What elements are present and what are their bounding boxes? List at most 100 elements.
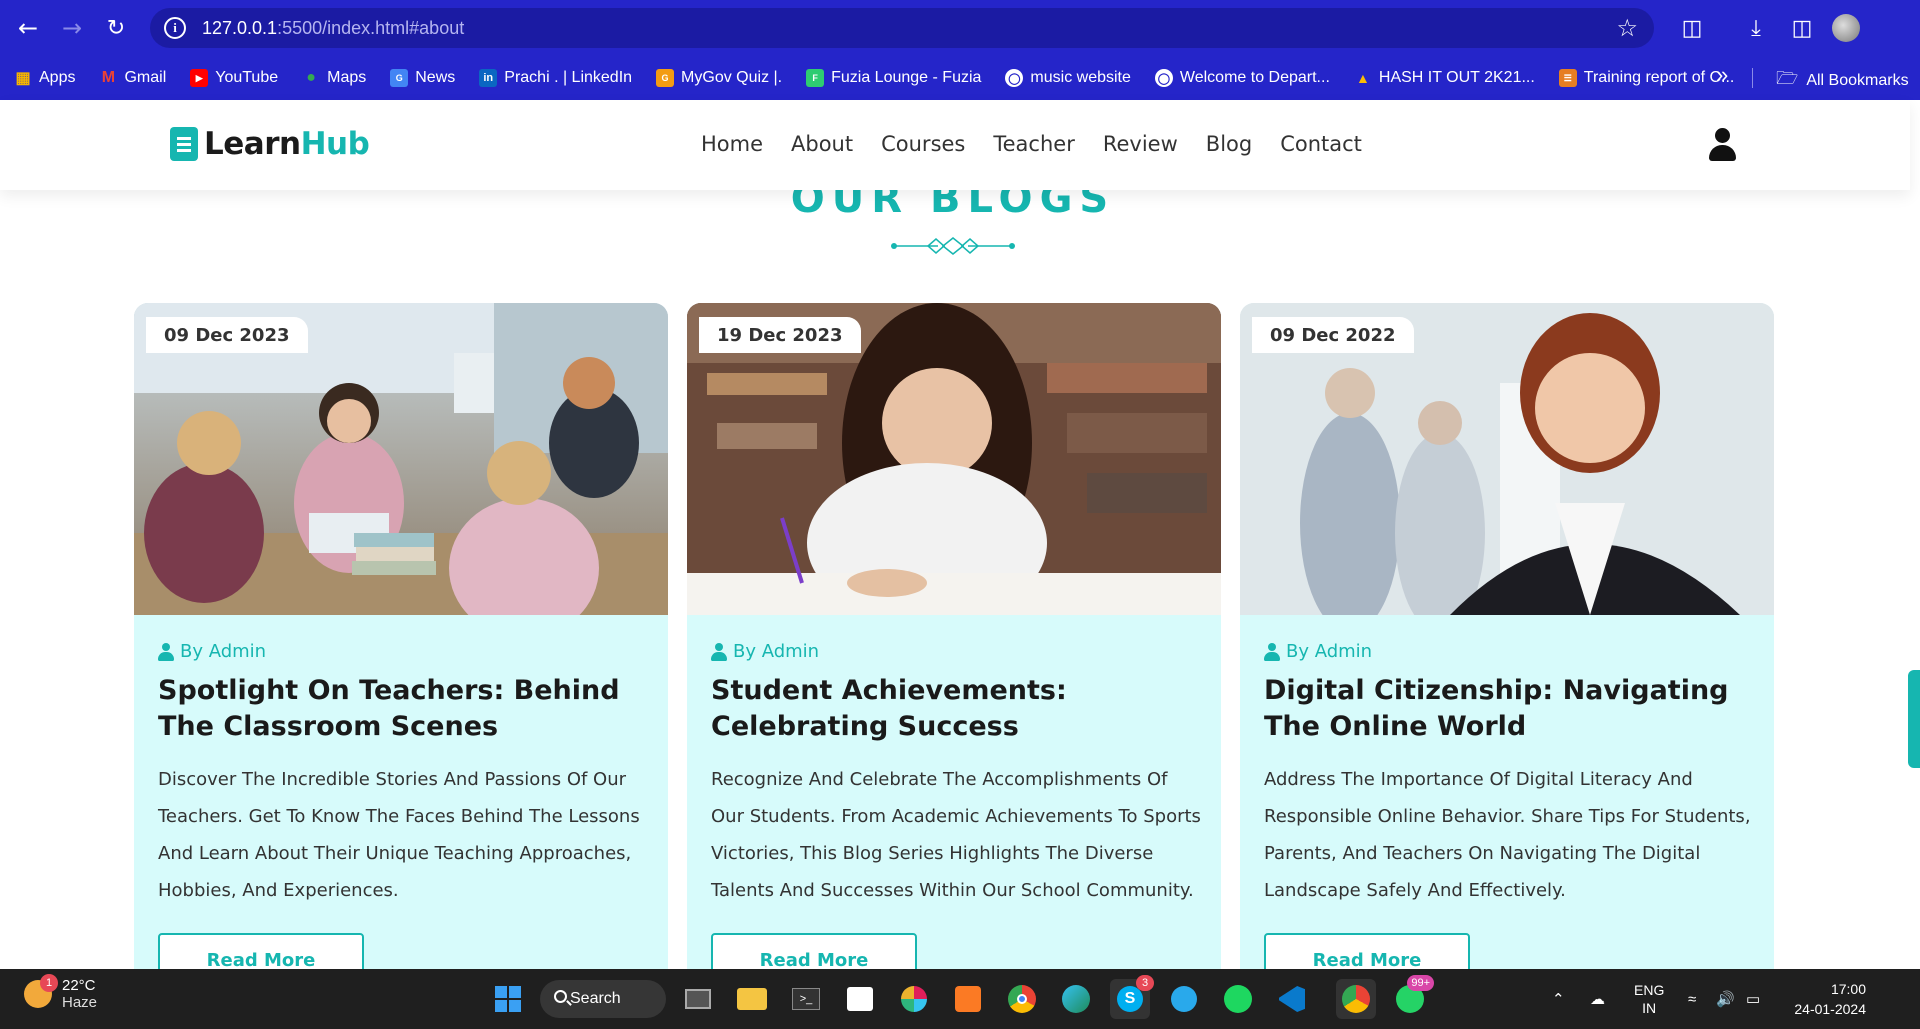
bookmark-music[interactable]: ◯ music website: [1005, 69, 1131, 87]
edge-icon[interactable]: [1056, 979, 1096, 1019]
nav-review[interactable]: Review: [1103, 132, 1178, 156]
telegram-icon[interactable]: [1164, 979, 1204, 1019]
windows-taskbar: 1 22°C Haze Search >_ S3 99+ ⌃ ☁ ENG IN ≈ …: [0, 969, 1920, 1029]
battery-icon[interactable]: ▭: [1746, 969, 1760, 1029]
date-badge: 09 Dec 2022: [1252, 317, 1414, 353]
book-icon: [170, 127, 198, 161]
extensions-icon[interactable]: ◫: [1676, 12, 1708, 44]
all-bookmarks[interactable]: 🗁 All Bookmarks: [1776, 66, 1909, 96]
nav-about[interactable]: About: [791, 132, 853, 156]
bookmark-youtube[interactable]: ▶ YouTube: [190, 69, 278, 87]
user-icon: [158, 642, 174, 661]
blog-excerpt: Discover The Incredible Stories And Pass…: [158, 769, 640, 901]
onedrive-icon[interactable]: ☁: [1590, 969, 1605, 1029]
bookmark-welcome[interactable]: ◯ Welcome to Depart...: [1154, 69, 1330, 87]
bookmark-mygov[interactable]: G MyGov Quiz |.: [656, 69, 782, 87]
logo-text: LearnHub: [204, 126, 370, 162]
document-icon: ☰: [1558, 69, 1577, 87]
store-icon[interactable]: [840, 979, 880, 1019]
browser-toolbar: ← → ↻ i 127.0.0.1:5500/index.html#about …: [0, 0, 1920, 56]
spotify-icon[interactable]: [1218, 979, 1258, 1019]
bookmarks-bar: ▦ Apps M Gmail ▶ YouTube ● Maps G News in Prac…: [0, 56, 1920, 100]
blog-excerpt: Address The Importance Of Digital Litera…: [1264, 769, 1751, 901]
forward-icon[interactable]: →: [48, 0, 96, 56]
blog-heading[interactable]: Digital Citizenship: Navigating The Onli…: [1264, 673, 1754, 745]
nav-teacher[interactable]: Teacher: [993, 132, 1074, 156]
address-bar[interactable]: i 127.0.0.1:5500/index.html#about ☆: [150, 8, 1654, 48]
user-icon: [1264, 642, 1280, 661]
apps-grid-icon: ▦: [15, 70, 31, 87]
weather-widget[interactable]: 1 22°C Haze: [24, 974, 97, 1011]
language-indicator[interactable]: ENG IN: [1634, 969, 1664, 1029]
weather-badge: 1: [40, 974, 58, 992]
vscode-icon[interactable]: [1272, 979, 1312, 1019]
windows-start-icon[interactable]: [488, 979, 528, 1019]
bookmark-news[interactable]: G News: [390, 69, 455, 87]
clock[interactable]: 17:00 24-01-2024: [1786, 969, 1866, 1029]
logo[interactable]: LearnHub: [170, 126, 370, 162]
title-divider: [891, 237, 1015, 255]
author-meta: By Admin: [158, 641, 266, 662]
bookmark-gmail[interactable]: M Gmail: [99, 69, 166, 87]
youtube-icon: ▶: [190, 69, 209, 87]
side-scroll-tab[interactable]: [1908, 670, 1920, 768]
bookmarks-divider: [1752, 68, 1753, 88]
blog-card: 19 Dec 2023 By Admin Student Achievement…: [687, 303, 1221, 1003]
blog-heading[interactable]: Spotlight On Teachers: Behind The Classr…: [158, 673, 648, 745]
task-view-icon[interactable]: [678, 979, 718, 1019]
side-panel-icon[interactable]: ◫: [1786, 12, 1818, 44]
drive-icon: ▲: [1355, 70, 1370, 86]
user-account-icon[interactable]: [1707, 128, 1737, 162]
nav-home[interactable]: Home: [701, 132, 763, 156]
chrome-active-icon[interactable]: [1336, 979, 1376, 1019]
nav-contact[interactable]: Contact: [1280, 132, 1362, 156]
weather-sun-icon: 1: [24, 974, 58, 1008]
user-icon: [711, 642, 727, 661]
slack-icon[interactable]: [894, 979, 934, 1019]
news-icon: G: [390, 69, 409, 87]
blog-excerpt: Recognize And Celebrate The Accomplishme…: [711, 769, 1201, 901]
bookmark-training[interactable]: ☰ Training report of C...: [1558, 69, 1734, 87]
folder-icon: 🗁: [1776, 68, 1799, 88]
url-text[interactable]: 127.0.0.1:5500/index.html#about: [202, 18, 464, 39]
download-icon[interactable]: ⤓: [1740, 12, 1772, 44]
blog-card: 09 Dec 2023 By Admin Spotlight On Teache…: [134, 303, 668, 1003]
date-badge: 19 Dec 2023: [699, 317, 861, 353]
bookmark-maps[interactable]: ● Maps: [302, 69, 366, 87]
linkedin-icon: in: [479, 69, 498, 87]
wifi-icon[interactable]: ≈: [1688, 969, 1696, 1029]
whatsapp-badge: 99+: [1407, 975, 1434, 991]
nav-courses[interactable]: Courses: [881, 132, 965, 156]
bookmark-apps[interactable]: ▦ Apps: [14, 69, 75, 87]
search-icon: [554, 990, 567, 1003]
globe-icon: ◯: [1154, 69, 1173, 87]
nav-blog[interactable]: Blog: [1206, 132, 1252, 156]
bookmark-linkedin[interactable]: in Prachi . | LinkedIn: [479, 69, 632, 87]
bookmark-star-icon[interactable]: ☆: [1616, 14, 1638, 42]
bookmark-hash[interactable]: ▲ HASH IT OUT 2K21...: [1354, 69, 1535, 87]
terminal-icon[interactable]: >_: [786, 979, 826, 1019]
author-meta: By Admin: [1264, 641, 1372, 662]
volume-icon[interactable]: 🔊: [1716, 969, 1735, 1029]
profile-avatar[interactable]: [1832, 14, 1860, 42]
blog-card: 09 Dec 2022 By Admin Digital Citizenship…: [1240, 303, 1774, 1003]
fuzia-icon: F: [806, 69, 825, 87]
chrome-icon[interactable]: [1002, 979, 1042, 1019]
file-explorer-icon[interactable]: [732, 979, 772, 1019]
reload-icon[interactable]: ↻: [92, 0, 140, 56]
xampp-icon[interactable]: [948, 979, 988, 1019]
mygov-icon: G: [656, 69, 675, 87]
more-bookmarks-icon[interactable]: »: [1716, 62, 1728, 88]
maps-pin-icon: ●: [306, 69, 316, 86]
whatsapp-icon[interactable]: 99+: [1390, 975, 1434, 1019]
site-info-icon[interactable]: i: [164, 17, 186, 39]
back-icon[interactable]: ←: [4, 0, 52, 56]
taskbar-search[interactable]: Search: [540, 980, 666, 1018]
bookmark-fuzia[interactable]: F Fuzia Lounge - Fuzia: [806, 69, 981, 87]
author-meta: By Admin: [711, 641, 819, 662]
skype-icon[interactable]: S3: [1110, 975, 1154, 1019]
skype-badge: 3: [1136, 975, 1154, 991]
tray-chevron-icon[interactable]: ⌃: [1552, 969, 1565, 1029]
main-nav: Home About Courses Teacher Review Blog C…: [701, 132, 1362, 156]
blog-heading[interactable]: Student Achievements: Celebrating Succes…: [711, 673, 1201, 745]
